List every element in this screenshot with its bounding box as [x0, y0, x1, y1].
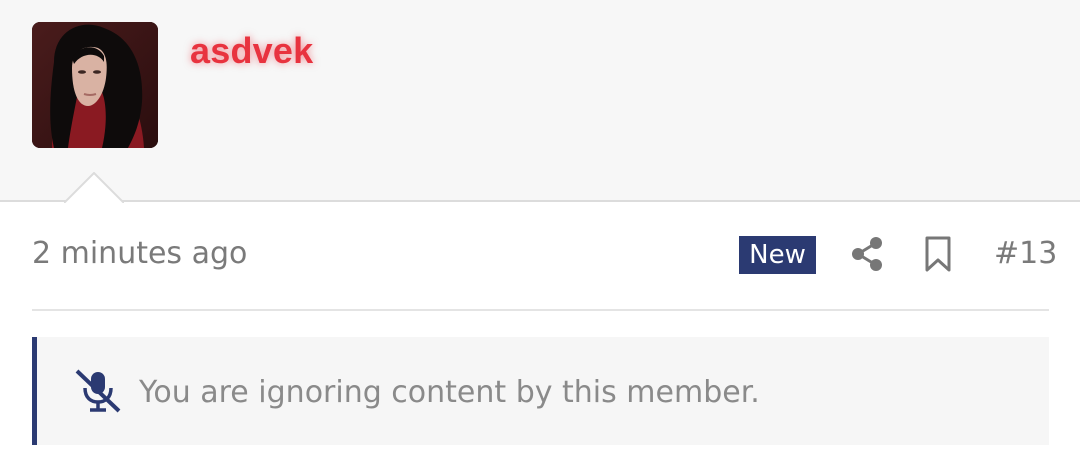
avatar-image [32, 22, 158, 148]
post-meta: 2 minutes ago New #13 [32, 228, 1057, 282]
pointer-arrow [64, 172, 124, 203]
post-timestamp[interactable]: 2 minutes ago [32, 236, 247, 271]
mute-icon [75, 369, 121, 413]
username-link[interactable]: asdvek [190, 30, 313, 72]
post-number-link[interactable]: #13 [994, 236, 1057, 271]
ignored-content-notice: You are ignoring content by this member. [32, 337, 1049, 445]
bookmark-icon[interactable] [924, 236, 952, 272]
share-icon[interactable] [850, 236, 884, 272]
divider [32, 309, 1049, 311]
new-badge: New [739, 236, 816, 274]
avatar[interactable] [32, 22, 158, 148]
ignored-message: You are ignoring content by this member. [139, 375, 760, 410]
user-header: asdvek [0, 0, 1080, 203]
